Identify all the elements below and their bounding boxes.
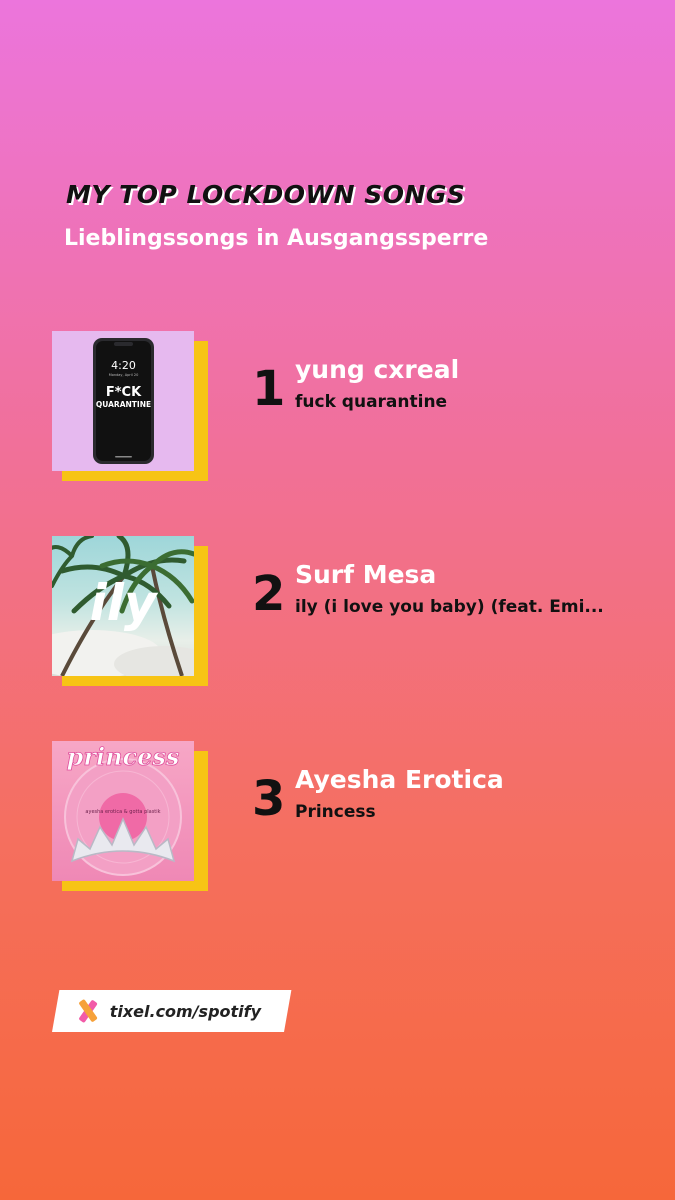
album-cover-3[interactable]: ayesha erotica & gotta plastik princess — [52, 741, 212, 893]
vinyl-tiara-artwork-icon: ayesha erotica & gotta plastik princess — [64, 742, 182, 876]
tixel-logo-icon — [79, 999, 98, 1023]
track-item-1[interactable]: 4:20 Monday, April 20 F*CK QUARANTINE 1 … — [52, 331, 652, 491]
story-card: { "header": { "title": "MY TOP LOCKDOWN … — [0, 0, 675, 1200]
track-item-2[interactable]: ily 2 Surf Mesa ily (i love you baby) (f… — [52, 536, 652, 696]
track-artist[interactable]: yung cxreal — [295, 355, 459, 384]
palm-trees-artwork-icon: ily — [52, 536, 194, 676]
track-rank: 3 — [252, 771, 286, 827]
track-artist[interactable]: Surf Mesa — [295, 560, 436, 589]
track-rank: 1 — [252, 361, 286, 417]
record-label-text: ayesha erotica & gotta plastik — [85, 809, 160, 815]
album-cover-1[interactable]: 4:20 Monday, April 20 F*CK QUARANTINE — [52, 331, 212, 483]
track-title[interactable]: ily (i love you baby) (feat. Emi... — [295, 597, 604, 617]
track-title[interactable]: Princess — [295, 802, 376, 822]
track-artist[interactable]: Ayesha Erotica — [295, 765, 504, 794]
page-title: MY TOP LOCKDOWN SONGS — [66, 180, 466, 209]
phone-time: 4:20 — [111, 359, 136, 372]
cover-text: ily — [90, 574, 159, 632]
footer-link-box[interactable]: tixel.com/spotify — [52, 990, 292, 1032]
phone-artwork-icon: 4:20 Monday, April 20 F*CK QUARANTINE — [93, 338, 154, 464]
track-rank: 2 — [252, 566, 286, 622]
phone-text-2: QUARANTINE — [96, 400, 151, 409]
page-subtitle: Lieblingssongs in Ausgangssperre — [64, 226, 489, 251]
footer-link-text[interactable]: tixel.com/spotify — [110, 1002, 261, 1021]
track-title[interactable]: fuck quarantine — [295, 392, 447, 412]
cover-title: princess — [67, 742, 180, 771]
phone-date: Monday, April 20 — [109, 373, 139, 377]
album-cover-2[interactable]: ily — [52, 536, 212, 688]
track-item-3[interactable]: ayesha erotica & gotta plastik princess … — [52, 741, 652, 901]
phone-text-1: F*CK — [106, 385, 142, 400]
